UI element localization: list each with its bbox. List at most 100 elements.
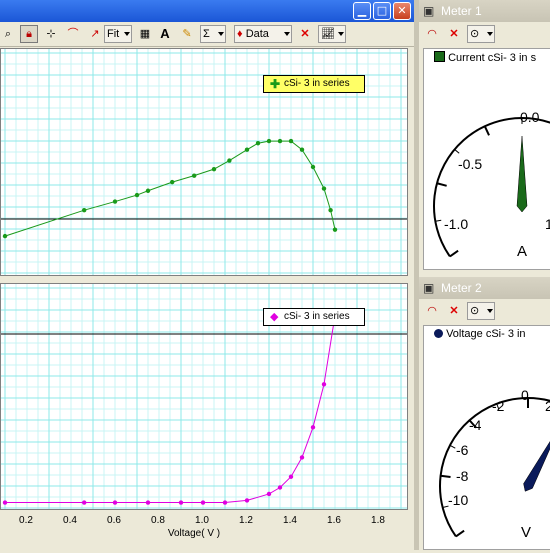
meter2-window: ▣ Meter 2 ◠ ✕ ⊙ Voltage cSi- 3 in -10 -8…: [419, 277, 550, 550]
gauge-tick: [483, 125, 490, 136]
meter1-unit: A: [517, 243, 528, 260]
x-tick: 0.2: [19, 515, 33, 526]
bottom-legend[interactable]: ◆ cSi- 3 in series: [263, 308, 365, 326]
close-button[interactable]: ✕: [393, 2, 411, 20]
data-point: [328, 208, 333, 213]
meter-window-icon: ▣: [423, 4, 435, 18]
data-point: [82, 500, 87, 505]
maximize-button[interactable]: □: [373, 2, 391, 20]
navy-circle-icon: [434, 329, 443, 338]
data-point: [145, 188, 151, 193]
green-cross-icon: ✚: [270, 77, 281, 91]
gauge-tick: [454, 149, 460, 154]
meter-style-icon[interactable]: ◠: [423, 25, 441, 43]
data-point: [200, 500, 206, 505]
x-tick: 1.4: [283, 515, 297, 526]
zoom-icon[interactable]: ⌕: [0, 25, 16, 43]
tangent-icon[interactable]: ⌒: [64, 25, 82, 43]
x-tick: 1.0: [195, 515, 209, 526]
data-point: [244, 147, 250, 152]
statistics-dropdown[interactable]: Σ: [200, 25, 226, 43]
top-legend[interactable]: ✚ cSi- 3 in series: [263, 75, 365, 93]
data-point: [2, 233, 8, 239]
meter1-face: Current cSi- 3 in s -1.0 -0.5 0.0 1 A: [423, 48, 550, 270]
meter-delete-icon[interactable]: ✕: [445, 302, 463, 320]
graph-toolbar: ⌕ 🔒︎ ⊹ ⌒ ↗ Fit ▦ A ✎ Σ ♦ Data ✕ 📈︎: [0, 22, 414, 47]
fit-label: Fit: [107, 28, 120, 40]
data-point: [211, 166, 217, 172]
meter-delete-icon[interactable]: ✕: [445, 25, 463, 43]
data-point: [192, 173, 197, 178]
gauge-tick: [449, 249, 459, 258]
data-point: [321, 382, 327, 387]
meter2-unit: V: [521, 524, 532, 541]
magenta-diamond-icon: ◆: [270, 311, 279, 323]
meter-options-dropdown[interactable]: ⊙: [467, 302, 495, 320]
data-point: [2, 500, 8, 505]
meter2-scale-label: -10: [448, 492, 469, 508]
gauge-tick: [449, 444, 456, 449]
meter-window-icon: ▣: [423, 281, 435, 295]
meter2-title: Meter 2: [441, 281, 482, 295]
data-point: [266, 491, 272, 497]
x-tick: 0.6: [107, 515, 121, 526]
meter2-gauge: [439, 397, 550, 538]
data-point: [244, 498, 250, 503]
data-point: [266, 138, 272, 144]
data-point: [277, 138, 283, 144]
minimize-button[interactable]: ▁: [353, 2, 371, 20]
meter-options-dropdown[interactable]: ⊙: [467, 25, 495, 43]
meter1-titlebar: ▣ Meter 1: [419, 0, 550, 22]
gauge-tick: [440, 474, 451, 478]
delete-icon[interactable]: ✕: [296, 25, 314, 43]
gauge-tick: [436, 182, 447, 187]
x-tick: 0.4: [63, 515, 77, 526]
data-point: [222, 500, 228, 505]
meter2-titlebar: ▣ Meter 2: [419, 277, 550, 299]
bottom-plot[interactable]: ◆ cSi- 3 in series: [0, 283, 408, 510]
meter1-scale-label: -1.0: [444, 216, 469, 232]
data-point: [255, 141, 261, 146]
data-point: [310, 164, 316, 170]
calculator-icon[interactable]: ▦: [136, 25, 154, 43]
examine-icon[interactable]: ⊹: [42, 25, 60, 43]
bottom-legend-label: cSi- 3 in series: [284, 311, 350, 322]
meter-style-icon[interactable]: ◠: [423, 302, 441, 320]
x-tick: 0.8: [151, 515, 165, 526]
meter1-title: Meter 1: [441, 4, 482, 18]
lock-icon[interactable]: 🔒︎: [20, 25, 38, 43]
data-point: [288, 138, 294, 144]
data-point: [145, 500, 151, 505]
data-point: [288, 474, 294, 479]
data-point: [82, 208, 87, 213]
meter2-scale-label: -2: [492, 398, 505, 414]
meter1-gauge: [433, 117, 550, 258]
x-tick: 1.6: [327, 515, 341, 526]
fit-dropdown[interactable]: Fit: [104, 25, 132, 43]
graph-titlebar: [0, 0, 414, 22]
meter1-toolbar: ◠ ✕ ⊙: [419, 22, 550, 46]
meter1-window: ▣ Meter 1 ◠ ✕ ⊙ Current cSi- 3 in s -1.0…: [419, 0, 550, 272]
data-dropdown[interactable]: ♦ Data: [234, 25, 292, 43]
meter2-scale-label: -4: [469, 417, 482, 433]
data-point: [310, 425, 316, 430]
data-point: [321, 186, 327, 191]
data-point: [299, 147, 305, 152]
graph-window: ▁ □ ✕ ⌕ 🔒︎ ⊹ ⌒ ↗ Fit ▦ A ✎ Σ ♦ Data ✕ 📈︎…: [0, 0, 414, 550]
data-point: [227, 158, 232, 163]
gauge-tick: [455, 529, 465, 538]
x-tick: 1.2: [239, 515, 253, 526]
drop-icon: ♦: [237, 28, 243, 40]
data-point: [277, 485, 283, 490]
meter2-scale-label: 2: [545, 398, 550, 414]
meter2-scale-label: -8: [456, 468, 469, 484]
gauge-needle: [516, 135, 528, 213]
graph-options-dropdown[interactable]: 📈︎: [318, 25, 346, 43]
curve-fit-icon[interactable]: ↗: [86, 25, 104, 43]
data-point: [178, 500, 184, 505]
pencil-icon[interactable]: ✎: [178, 25, 196, 43]
annotation-icon[interactable]: A: [156, 25, 174, 43]
top-plot[interactable]: ✚ cSi- 3 in series: [0, 48, 408, 276]
top-legend-label: cSi- 3 in series: [284, 78, 350, 89]
data-point: [299, 455, 305, 460]
